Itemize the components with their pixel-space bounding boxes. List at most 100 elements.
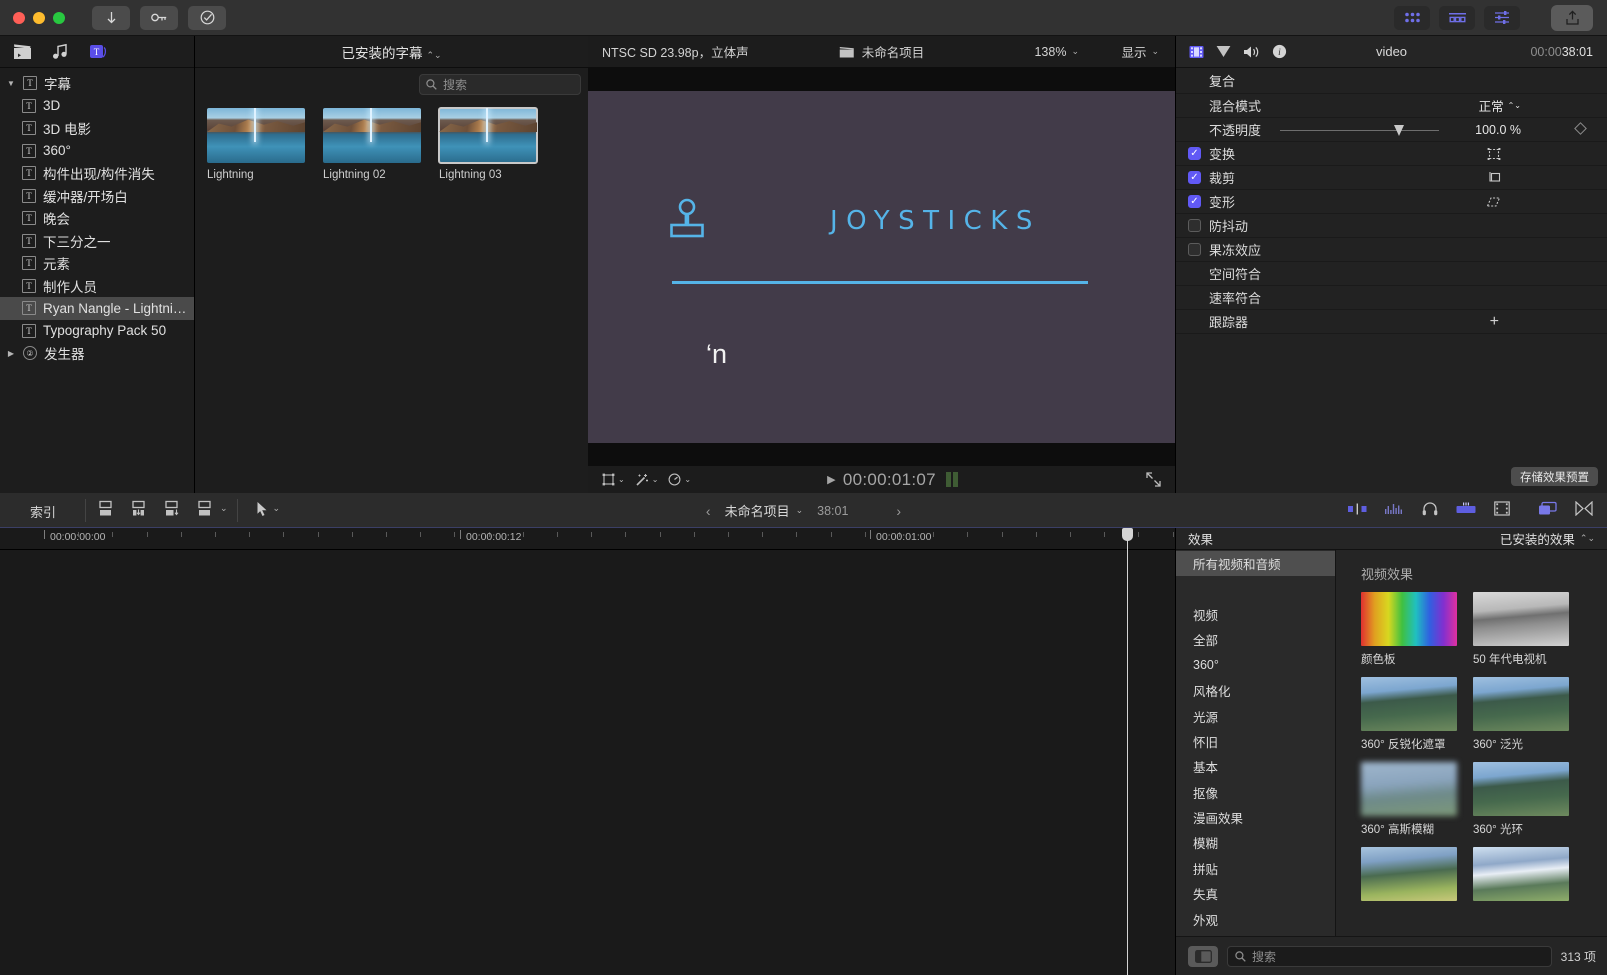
viewer-zoom-menu[interactable]: 138% ⌄ [1034, 45, 1079, 59]
sidebar-item-5[interactable]: T 缓冲器/开场白 [0, 185, 194, 208]
inspector-row-7[interactable]: 空间符合 [1176, 262, 1607, 286]
effects-sidebar-toggle-button[interactable] [1188, 945, 1218, 967]
effects-category-10[interactable]: 漫画效果 [1176, 805, 1335, 830]
effects-category-3[interactable]: 全部 [1176, 627, 1335, 652]
effects-category-9[interactable]: 抠像 [1176, 780, 1335, 805]
sidebar-item-2[interactable]: T 3D 电影 [0, 117, 194, 140]
effect-item[interactable]: 360° 高斯模糊 [1361, 762, 1457, 837]
viewer-timecode[interactable]: ▶ 00:00:01:07 [827, 470, 936, 490]
effects-category-14[interactable]: 外观 [1176, 906, 1335, 931]
media-browser-button[interactable] [12, 43, 32, 61]
inspector-row-value[interactable]: 100.0 % [1475, 123, 1521, 137]
inspector-row-6[interactable]: 果冻效应 [1176, 238, 1607, 262]
effect-thumbnail[interactable] [1473, 762, 1569, 816]
viewer-canvas[interactable]: JOYSTICKS ‘n [588, 68, 1175, 466]
inspector-row-9[interactable]: 跟踪器 + [1176, 310, 1607, 334]
add-tracker-button[interactable]: + [1490, 313, 1499, 331]
music-browser-button[interactable] [50, 43, 70, 61]
browser-toggle-button[interactable] [1394, 5, 1430, 30]
inspector-toggle-button[interactable] [1484, 5, 1520, 30]
effects-category-2[interactable]: 视频 [1176, 602, 1335, 627]
effects-category-11[interactable]: 模糊 [1176, 830, 1335, 855]
sidebar-item-3[interactable]: T 360° [0, 140, 194, 163]
effects-category-4[interactable]: 360° [1176, 653, 1335, 678]
effects-category-13[interactable]: 失真 [1176, 881, 1335, 906]
playhead-handle[interactable] [1122, 528, 1133, 541]
headphones-button[interactable] [1422, 501, 1438, 516]
effect-thumbnail[interactable] [1361, 592, 1457, 646]
connect-clip-button[interactable] [98, 499, 117, 518]
effects-category-0[interactable]: 所有视频和音频 [1176, 551, 1335, 577]
browser-item-thumbnail[interactable] [207, 108, 305, 163]
effect-item[interactable]: 颜色板 [1361, 592, 1457, 667]
inspector-row-3[interactable]: ✓ 裁剪 [1176, 166, 1607, 190]
titles-browser-button[interactable]: T [88, 43, 108, 61]
maximize-window-button[interactable] [53, 11, 65, 24]
sidebar-item-4[interactable]: T 构件出现/构件消失 [0, 162, 194, 185]
timeline-toggle-button[interactable] [1439, 5, 1475, 30]
audio-lanes-button[interactable] [1456, 502, 1476, 515]
sidebar-item-1[interactable]: T 3D [0, 95, 194, 118]
overwrite-clip-menu[interactable]: ⌄ [197, 499, 228, 518]
browser-item[interactable]: Lightning 02 [323, 108, 421, 181]
sidebar-item-10[interactable]: T Ryan Nangle - Lightni… [0, 297, 194, 320]
timeline-project-menu[interactable]: 未命名项目 ⌄ [725, 501, 804, 520]
effect-item[interactable]: 360° 光环 [1473, 762, 1569, 837]
browser-item[interactable]: Lightning 03 [438, 107, 538, 181]
inspector-row-8[interactable]: 速率符合 [1176, 286, 1607, 310]
inspector-row-checkbox[interactable] [1188, 219, 1201, 232]
effect-thumbnail[interactable] [1473, 592, 1569, 646]
effects-category-12[interactable]: 拼贴 [1176, 856, 1335, 881]
inspector-row-icon-crop-icon[interactable] [1487, 171, 1501, 184]
inspector-row-checkbox[interactable]: ✓ [1188, 147, 1201, 160]
tab-color[interactable] [1216, 45, 1231, 58]
filmstrip-button[interactable] [1494, 501, 1510, 516]
render-status-button[interactable] [1538, 501, 1557, 516]
effect-item[interactable]: 360° 泛光 [1473, 677, 1569, 752]
viewer-effects-menu[interactable]: ⌄ [635, 473, 658, 487]
import-media-button[interactable] [92, 5, 130, 30]
inspector-row-4[interactable]: ✓ 变形 [1176, 190, 1607, 214]
save-effect-preset-button[interactable]: 存储效果预置 [1511, 467, 1598, 486]
keyframe-button[interactable] [1574, 122, 1587, 135]
fit-timeline-button[interactable] [1575, 501, 1593, 516]
sidebar-item-6[interactable]: T 晚会 [0, 207, 194, 230]
inspector-row-icon-transform-icon[interactable] [1487, 147, 1501, 160]
inspector-row-icon-distort-icon[interactable] [1486, 196, 1501, 208]
viewer-transform-menu[interactable]: ⌄ [602, 473, 625, 486]
effects-category-6[interactable]: 光源 [1176, 703, 1335, 728]
effect-item[interactable] [1473, 847, 1569, 906]
next-project-button[interactable]: › [896, 503, 901, 519]
timeline-playhead[interactable] [1122, 528, 1133, 975]
viewer-retime-menu[interactable]: ⌄ [668, 473, 691, 486]
keyword-button[interactable] [140, 5, 178, 30]
effect-thumbnail[interactable] [1361, 677, 1457, 731]
close-window-button[interactable] [13, 11, 25, 24]
select-tool-menu[interactable]: ⌄ [256, 501, 280, 517]
triangle-down-icon[interactable]: ▼ [6, 79, 16, 88]
inspector-row-5[interactable]: 防抖动 [1176, 214, 1607, 238]
effect-thumbnail[interactable] [1361, 762, 1457, 816]
effects-installed-menu[interactable]: 已安装的效果 ⌃⌄ [1336, 529, 1607, 548]
analyze-button[interactable] [188, 5, 226, 30]
inspector-row-slider[interactable] [1280, 130, 1439, 131]
timeline-ruler[interactable]: 00:00:00:00 00:00:00:12 00:00:01:00 [0, 528, 1175, 550]
inspector-row-popup[interactable]: 正常 ⌃⌄ [1479, 96, 1521, 115]
effect-item[interactable] [1361, 847, 1457, 906]
effect-item[interactable]: 360° 反锐化遮罩 [1361, 677, 1457, 752]
append-clip-button[interactable] [164, 499, 183, 518]
browser-search-field[interactable]: 搜索 [419, 74, 581, 95]
sidebar-item-7[interactable]: T 下三分之一 [0, 230, 194, 253]
share-button[interactable] [1551, 4, 1593, 31]
viewer-show-menu[interactable]: 显示 ⌄ [1121, 42, 1159, 61]
timeline-panel[interactable]: 00:00:00:0000:00:00:1200:00:01:00 Lightn… [0, 528, 1175, 975]
inspector-row-2[interactable]: ✓ 变换 [1176, 142, 1607, 166]
browser-title-menu[interactable]: 已安装的字幕 ⌃⌄ [195, 42, 588, 62]
effects-category-5[interactable]: 风格化 [1176, 678, 1335, 703]
browser-item[interactable]: Lightning [207, 108, 305, 181]
browser-item-thumbnail[interactable] [323, 108, 421, 163]
effects-search-field[interactable]: 搜索 [1227, 945, 1552, 967]
previous-project-button[interactable]: ‹ [706, 503, 711, 519]
sidebar-item-8[interactable]: T 元素 [0, 252, 194, 275]
effects-category-8[interactable]: 基本 [1176, 754, 1335, 779]
